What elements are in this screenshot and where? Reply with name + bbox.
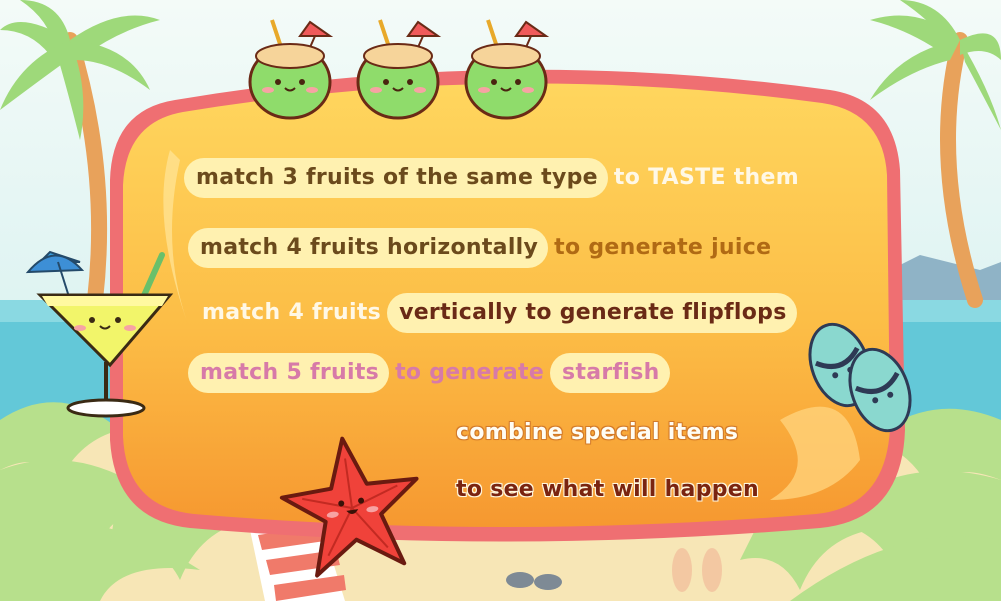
instruction-line-2: match 4 fruits horizontally to generate … (188, 228, 777, 268)
instruction-4-middle: to generate (395, 360, 545, 385)
instruction-4-highlight-1: match 5 fruits (188, 353, 390, 393)
instruction-1-highlight: match 3 fruits of the same type (184, 158, 608, 198)
instruction-line-1: match 3 fruits of the same type to TASTE… (184, 158, 805, 198)
instruction-line-5: combine special items (456, 413, 738, 453)
instruction-2-rest: to generate juice (554, 235, 772, 260)
instruction-3-highlight: vertically to generate flipflops (387, 293, 797, 333)
instruction-line-6: to see what will happen (456, 470, 759, 510)
instruction-line-4: match 5 fruits to generate starfish (188, 353, 670, 393)
instruction-4-highlight-2: starfish (550, 353, 670, 393)
instruction-2-highlight: match 4 fruits horizontally (188, 228, 549, 268)
instruction-line-3: match 4 fruits vertically to generate fl… (196, 293, 797, 333)
instruction-6-text: to see what will happen (456, 477, 759, 502)
instruction-3-start: match 4 fruits (202, 300, 382, 325)
instruction-5-text: combine special items (456, 420, 739, 445)
instruction-1-rest: to TASTE them (613, 165, 799, 190)
